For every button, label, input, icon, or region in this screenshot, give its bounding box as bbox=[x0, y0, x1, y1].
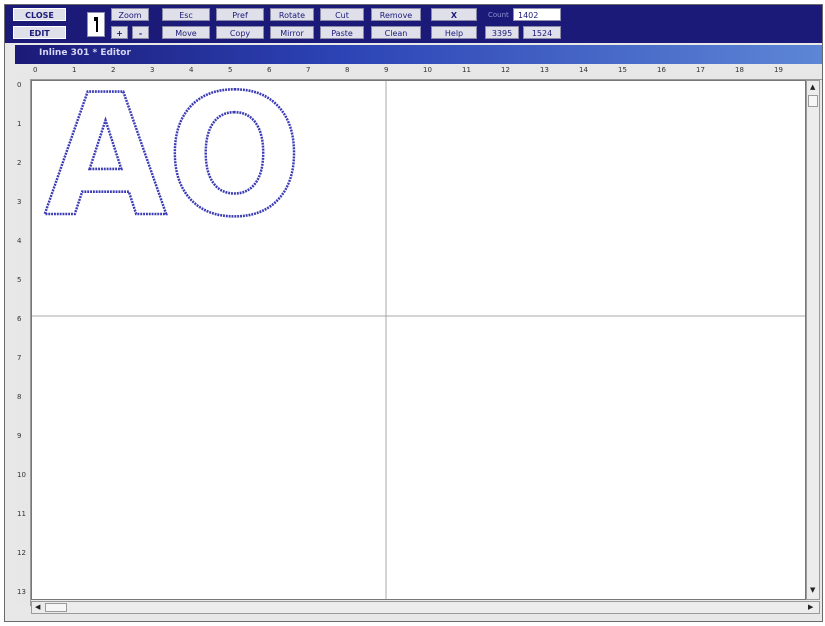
scroll-right-arrow-icon[interactable]: ▶ bbox=[808, 603, 813, 611]
ruler-h-label: 12 bbox=[501, 66, 510, 74]
horizontal-ruler: 0 1 2 3 4 5 6 7 8 9 10 11 12 13 14 15 16 17 18 19 bbox=[15, 65, 822, 80]
app-window: CLOSE EDIT Zoom + - Esc Move Pref Copy R… bbox=[4, 4, 823, 622]
horizontal-scrollbar[interactable]: ◀ ▶ bbox=[31, 601, 820, 614]
ruler-v-label: 0 bbox=[17, 81, 22, 89]
ruler-h-label: 18 bbox=[735, 66, 744, 74]
move-button[interactable]: Move bbox=[162, 26, 210, 39]
ruler-v-label: 2 bbox=[17, 159, 22, 167]
ruler-h-label: 8 bbox=[345, 66, 350, 74]
ruler-h-label: 9 bbox=[384, 66, 389, 74]
ruler-h-label: 10 bbox=[423, 66, 432, 74]
ruler-h-label: 11 bbox=[462, 66, 471, 74]
ruler-v-label: 11 bbox=[17, 510, 26, 518]
count-value: 1402 bbox=[513, 8, 561, 21]
ruler-v-label: 5 bbox=[17, 276, 22, 284]
paste-button[interactable]: Paste bbox=[320, 26, 364, 39]
horizontal-scroll-thumb[interactable] bbox=[45, 603, 67, 612]
ruler-h-label: 7 bbox=[306, 66, 311, 74]
ruler-h-label: 15 bbox=[618, 66, 627, 74]
ruler-v-label: 3 bbox=[17, 198, 22, 206]
ruler-h-label: 5 bbox=[228, 66, 233, 74]
help-button[interactable]: Help bbox=[431, 26, 477, 39]
ruler-h-label: 2 bbox=[111, 66, 116, 74]
ruler-h-label: 16 bbox=[657, 66, 666, 74]
ruler-v-label: 4 bbox=[17, 237, 22, 245]
design-canvas[interactable]: AO bbox=[31, 80, 806, 600]
remove-button[interactable]: Remove bbox=[371, 8, 421, 21]
ruler-h-label: 13 bbox=[540, 66, 549, 74]
ruler-v-label: 7 bbox=[17, 354, 22, 362]
clean-button[interactable]: Clean bbox=[371, 26, 421, 39]
ruler-h-label: 1 bbox=[72, 66, 77, 74]
ruler-h-label: 6 bbox=[267, 66, 272, 74]
design-text-outline: AO bbox=[44, 81, 302, 254]
vertical-scrollbar[interactable]: ▲ ▼ bbox=[806, 80, 820, 600]
scroll-down-arrow-icon[interactable]: ▼ bbox=[810, 586, 815, 594]
coord-x-readout: 3395 bbox=[485, 26, 519, 39]
coord-y-readout: 1524 bbox=[523, 26, 561, 39]
ruler-h-label: 4 bbox=[189, 66, 194, 74]
ruler-h-label: 19 bbox=[774, 66, 783, 74]
editor-title-bar: Inline 301 * Editor bbox=[15, 45, 822, 64]
esc-button[interactable]: Esc bbox=[162, 8, 210, 21]
x-button[interactable]: X bbox=[431, 8, 477, 21]
cursor-icon bbox=[94, 17, 98, 32]
toolbar: CLOSE EDIT Zoom + - Esc Move Pref Copy R… bbox=[5, 5, 822, 43]
edit-button[interactable]: EDIT bbox=[13, 26, 66, 39]
ruler-v-label: 8 bbox=[17, 393, 22, 401]
vertical-ruler: 0 1 2 3 4 5 6 7 8 9 10 11 12 13 bbox=[15, 79, 31, 606]
design-drawing: AO bbox=[32, 81, 805, 599]
cut-button[interactable]: Cut bbox=[320, 8, 364, 21]
scroll-up-arrow-icon[interactable]: ▲ bbox=[810, 83, 815, 91]
copy-button[interactable]: Copy bbox=[216, 26, 264, 39]
ruler-h-label: 14 bbox=[579, 66, 588, 74]
ruler-v-label: 12 bbox=[17, 549, 26, 557]
ruler-v-label: 10 bbox=[17, 471, 26, 479]
zoom-in-button[interactable]: + bbox=[111, 26, 128, 39]
ruler-h-label: 0 bbox=[33, 66, 38, 74]
zoom-out-button[interactable]: - bbox=[132, 26, 149, 39]
ruler-v-label: 13 bbox=[17, 588, 26, 596]
rotate-button[interactable]: Rotate bbox=[270, 8, 314, 21]
ruler-h-label: 3 bbox=[150, 66, 155, 74]
close-button[interactable]: CLOSE bbox=[13, 8, 66, 21]
select-tool-button[interactable] bbox=[87, 12, 105, 37]
ruler-v-label: 1 bbox=[17, 120, 22, 128]
pref-button[interactable]: Pref bbox=[216, 8, 264, 21]
ruler-v-label: 9 bbox=[17, 432, 22, 440]
zoom-button[interactable]: Zoom bbox=[111, 8, 149, 21]
count-label: Count bbox=[488, 11, 509, 19]
scroll-left-arrow-icon[interactable]: ◀ bbox=[35, 603, 40, 611]
vertical-scroll-thumb[interactable] bbox=[808, 95, 818, 107]
ruler-h-label: 17 bbox=[696, 66, 705, 74]
mirror-button[interactable]: Mirror bbox=[270, 26, 314, 39]
editor-title: Inline 301 * Editor bbox=[39, 48, 131, 58]
ruler-v-label: 6 bbox=[17, 315, 22, 323]
